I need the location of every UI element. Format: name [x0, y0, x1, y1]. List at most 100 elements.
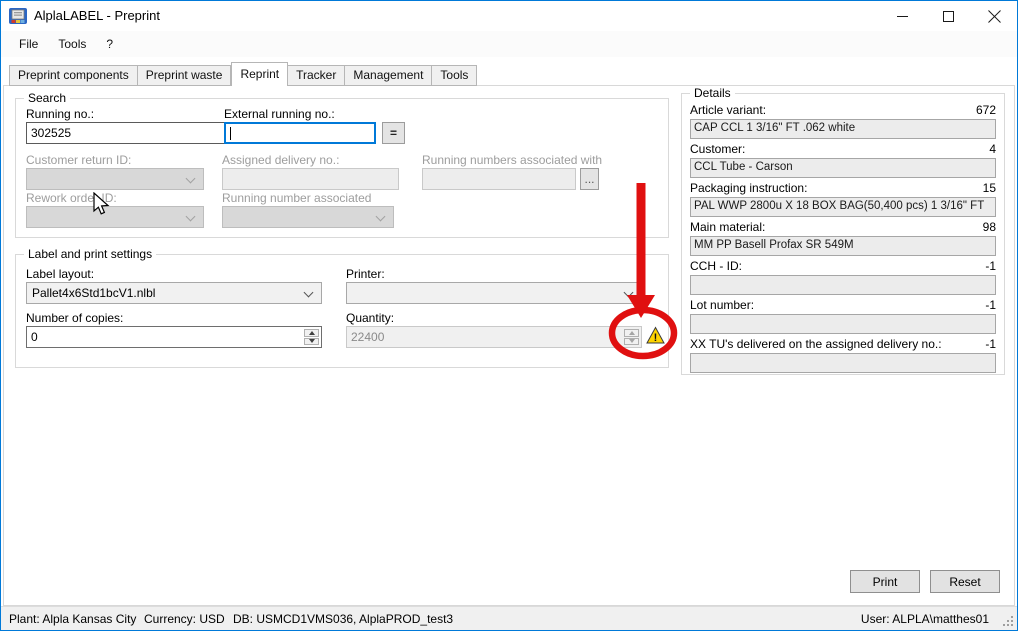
chevron-down-icon [304, 288, 314, 298]
running-number-associated-label: Running number associated [222, 191, 371, 205]
detail-label: Lot number: [690, 298, 754, 313]
detail-value-box: PAL WWP 2800u X 18 BOX BAG(50,400 pcs) 1… [690, 197, 996, 217]
tab-tracker[interactable]: Tracker [288, 65, 345, 86]
running-numbers-associated-with-label: Running numbers associated with [422, 153, 602, 167]
running-numbers-associated-with-input [422, 168, 576, 190]
rework-order-id-select [26, 206, 204, 228]
arrow-down-icon [309, 339, 315, 343]
details-row: Lot number:-1 [690, 298, 996, 334]
customer-return-id-select [26, 168, 204, 190]
resize-grip[interactable] [1002, 615, 1014, 627]
maximize-icon [943, 11, 954, 22]
external-running-no-equals-button[interactable]: = [382, 122, 405, 144]
tab-reprint[interactable]: Reprint [231, 62, 288, 86]
status-bar: Plant: Alpla Kansas City Currency: USD D… [1, 606, 1017, 630]
details-row: Customer: 4 CCL Tube - Carson [690, 142, 996, 178]
external-running-no-input[interactable] [224, 122, 376, 144]
chevron-down-icon [186, 174, 196, 184]
close-button[interactable] [971, 1, 1017, 31]
number-of-copies-label: Number of copies: [26, 311, 123, 325]
detail-value-box: CAP CCL 1 3/16" FT .062 white [690, 119, 996, 139]
window-title: AlplaLABEL - Preprint [34, 8, 160, 23]
print-button[interactable]: Print [850, 570, 920, 593]
minimize-icon [897, 16, 908, 17]
detail-value-box [690, 353, 996, 373]
detail-label: Packaging instruction: [690, 181, 807, 196]
chevron-down-icon [376, 212, 386, 222]
details-row: Packaging instruction: 15 PAL WWP 2800u X… [690, 181, 996, 217]
detail-id: 15 [983, 181, 996, 196]
status-db: DB: USMCD1VMS036, AlplaPROD_test3 [233, 612, 453, 626]
label-print-settings-title: Label and print settings [24, 247, 156, 261]
title-bar: AlplaLABEL - Preprint [1, 1, 1017, 31]
tab-tools[interactable]: Tools [432, 65, 477, 86]
assigned-delivery-no-input [222, 168, 399, 190]
status-user: User: ALPLA\matthes01 [861, 612, 989, 626]
status-plant: Plant: Alpla Kansas City [9, 612, 136, 626]
menu-bar: File Tools ? [1, 31, 1017, 57]
detail-label: Article variant: [690, 103, 766, 118]
details-row: CCH - ID: -1 [690, 259, 996, 295]
details-list: Article variant: 672 CAP CCL 1 3/16" FT .… [690, 103, 996, 376]
quantity-label: Quantity: [346, 311, 394, 325]
number-of-copies-stepper[interactable]: 0 [26, 326, 322, 348]
detail-value-box [690, 314, 996, 334]
search-group-title: Search [24, 91, 70, 105]
detail-id: 98 [983, 220, 996, 235]
tab-strip: Preprint components Preprint waste Repri… [9, 62, 477, 86]
maximize-button[interactable] [925, 1, 971, 31]
detail-id: -1 [985, 337, 996, 352]
browse-button[interactable]: ... [580, 168, 599, 190]
detail-id: 4 [989, 142, 996, 157]
detail-value-box [690, 275, 996, 295]
detail-value-box: MM PP Basell Profax SR 549M [690, 236, 996, 256]
details-row: XX TU's delivered on the assigned delive… [690, 337, 996, 373]
spin-up-button[interactable] [304, 329, 319, 337]
running-number-associated-select [222, 206, 394, 228]
detail-label: Customer: [690, 142, 745, 157]
menu-item-file[interactable]: File [9, 32, 48, 56]
details-group-title: Details [690, 86, 735, 100]
detail-value-box: CCL Tube - Carson [690, 158, 996, 178]
details-group: Details Article variant:672 CAP CCL 1 3/… [681, 93, 1005, 375]
minimize-button[interactable] [879, 1, 925, 31]
label-print-settings-group: Label and print settings Label layout: P… [15, 254, 669, 368]
label-layout-select[interactable]: Pallet4x6Std1bcV1.nlbl [26, 282, 322, 304]
chevron-down-icon [624, 288, 634, 298]
spin-down-button[interactable] [304, 338, 319, 346]
svg-text:!: ! [654, 332, 658, 344]
arrow-down-icon [629, 339, 635, 343]
arrow-up-icon [309, 331, 315, 335]
app-window: AlplaLABEL - Preprint File Tools ? Prepr… [0, 0, 1018, 631]
label-layout-label: Label layout: [26, 267, 94, 281]
status-currency: Currency: USD [144, 612, 225, 626]
tab-preprint-waste[interactable]: Preprint waste [138, 65, 232, 86]
customer-return-id-label: Customer return ID: [26, 153, 131, 167]
close-icon [988, 10, 1001, 23]
detail-label: Main material: [690, 220, 765, 235]
text-caret [230, 127, 231, 140]
reset-button[interactable]: Reset [930, 570, 1000, 593]
detail-label: XX TU's delivered on the assigned delive… [690, 337, 942, 352]
external-running-no-label: External running no.: [224, 107, 335, 121]
arrow-up-icon [629, 331, 635, 335]
rework-order-id-label: Rework order ID: [26, 191, 117, 205]
assigned-delivery-no-label: Assigned delivery no.: [222, 153, 339, 167]
menu-item-tools[interactable]: Tools [48, 32, 96, 56]
chevron-down-icon [186, 212, 196, 222]
detail-label: CCH - ID: [690, 259, 742, 274]
detail-id: -1 [985, 259, 996, 274]
details-row: Main material: 98 MM PP Basell Profax SR … [690, 220, 996, 256]
tab-management[interactable]: Management [345, 65, 432, 86]
quantity-stepper: 22400 [346, 326, 642, 348]
spin-down-button [624, 338, 639, 346]
spin-up-button [624, 329, 639, 337]
printer-select[interactable] [346, 282, 642, 304]
printer-label: Printer: [346, 267, 385, 281]
app-icon [9, 7, 27, 25]
tab-preprint-components[interactable]: Preprint components [9, 65, 138, 86]
detail-id: 672 [976, 103, 996, 118]
search-group: Search Running no.: 302525 = External ru… [15, 98, 669, 238]
warning-icon: ! [646, 326, 665, 345]
menu-item-help[interactable]: ? [96, 32, 123, 56]
